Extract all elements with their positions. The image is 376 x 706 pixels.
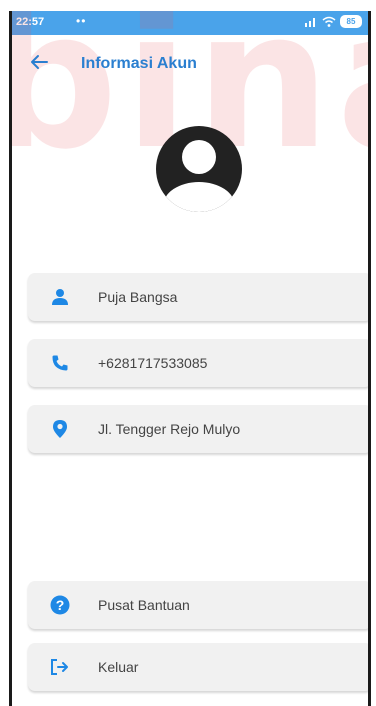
name-value: Puja Bangsa	[98, 289, 178, 305]
device-frame-left	[0, 0, 12, 706]
notification-dots: ••	[76, 14, 87, 28]
signal-icon	[305, 18, 315, 27]
screen: 22:57 •• 85 binar Informasi Akun	[12, 11, 368, 706]
location-pin-icon	[48, 417, 72, 441]
logout-icon	[48, 655, 72, 679]
address-field[interactable]: Jl. Tengger Rejo Mulyo	[28, 405, 368, 453]
device-frame-right	[368, 0, 376, 706]
app-bar: Informasi Akun	[12, 35, 368, 91]
status-time: 22:57	[16, 16, 45, 28]
logout-label: Keluar	[98, 659, 139, 675]
status-icons: 85	[304, 15, 362, 28]
profile-avatar	[145, 124, 253, 214]
back-button[interactable]	[26, 49, 52, 75]
name-field[interactable]: Puja Bangsa	[28, 273, 368, 321]
help-center-button[interactable]: ? Pusat Bantuan	[28, 581, 368, 629]
arrow-left-icon	[31, 55, 48, 69]
wifi-icon	[322, 16, 336, 27]
help-center-label: Pusat Bantuan	[98, 597, 190, 613]
help-circle-icon: ?	[48, 593, 72, 617]
user-circle-icon	[156, 126, 242, 212]
page-title: Informasi Akun	[81, 55, 197, 72]
phone-icon	[48, 351, 72, 375]
person-icon	[48, 285, 72, 309]
device-frame-top	[0, 0, 376, 11]
phone-value: +6281717533085	[98, 355, 208, 371]
status-bar: 22:57 •• 85	[12, 11, 368, 35]
svg-text:?: ?	[56, 597, 65, 613]
address-value: Jl. Tengger Rejo Mulyo	[98, 421, 241, 437]
phone-field[interactable]: +6281717533085	[28, 339, 368, 387]
battery-icon: 85	[340, 15, 362, 28]
logout-button[interactable]: Keluar	[28, 643, 368, 691]
